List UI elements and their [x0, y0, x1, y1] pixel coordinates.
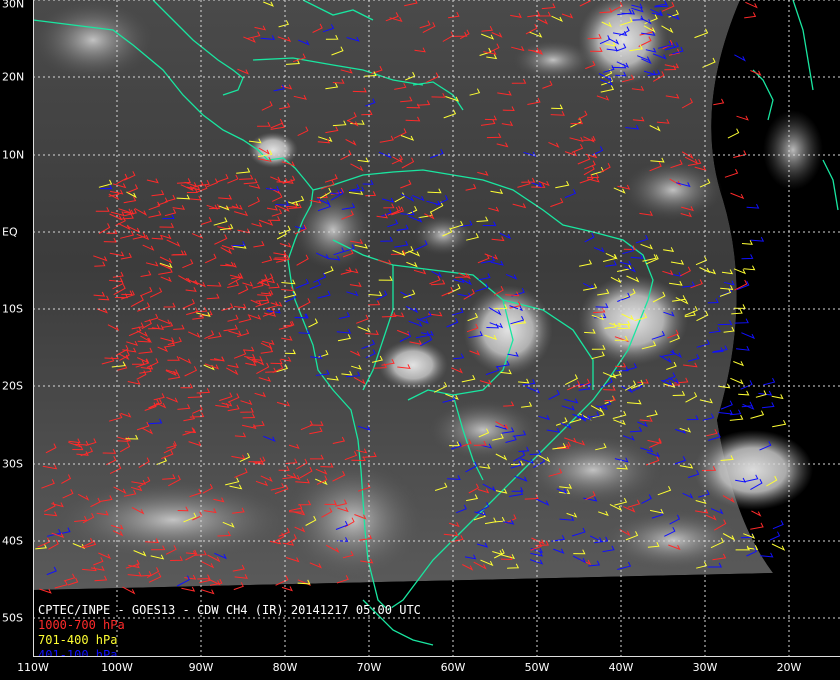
lat-label-eq: EQ	[2, 225, 18, 239]
satellite-map-frame: CPTEC/INPE - GOES13 - CDW CH4 (IR) 20141…	[0, 0, 840, 680]
lon-label-20w: 20W	[776, 661, 802, 674]
lon-label-70w: 70W	[356, 661, 382, 674]
lon-label-90w: 90W	[188, 661, 214, 674]
satellite-image: CPTEC/INPE - GOES13 - CDW CH4 (IR) 20141…	[33, 0, 840, 657]
lon-label-50w: 50W	[524, 661, 550, 674]
lat-label-20s: 20S	[2, 379, 23, 393]
legend: CPTEC/INPE - GOES13 - CDW CH4 (IR) 20141…	[38, 603, 421, 657]
lat-label-40s: 40S	[2, 534, 23, 548]
lat-label-50s: 50S	[2, 611, 23, 625]
lat-label-30s: 30S	[2, 457, 23, 471]
image-title: CPTEC/INPE - GOES13 - CDW CH4 (IR) 20141…	[38, 603, 421, 617]
lat-label-30n: 30N	[2, 0, 25, 11]
map-bottom-border	[33, 656, 840, 657]
legend-entry-mid: 701-400 hPa	[38, 633, 118, 647]
map-left-border	[33, 0, 34, 657]
lon-label-60w: 60W	[440, 661, 466, 674]
latitude-axis	[0, 0, 33, 657]
lon-label-40w: 40W	[608, 661, 634, 674]
satellite-svg	[33, 0, 840, 657]
lat-label-10s: 10S	[2, 302, 23, 316]
lon-label-80w: 80W	[272, 661, 298, 674]
lon-label-100w: 100W	[101, 661, 133, 674]
legend-entry-low: 1000-700 hPa	[38, 618, 125, 632]
lon-label-110w: 110W	[17, 661, 49, 674]
lon-label-30w: 30W	[692, 661, 718, 674]
lat-label-10n: 10N	[2, 148, 25, 162]
lat-label-20n: 20N	[2, 70, 25, 84]
